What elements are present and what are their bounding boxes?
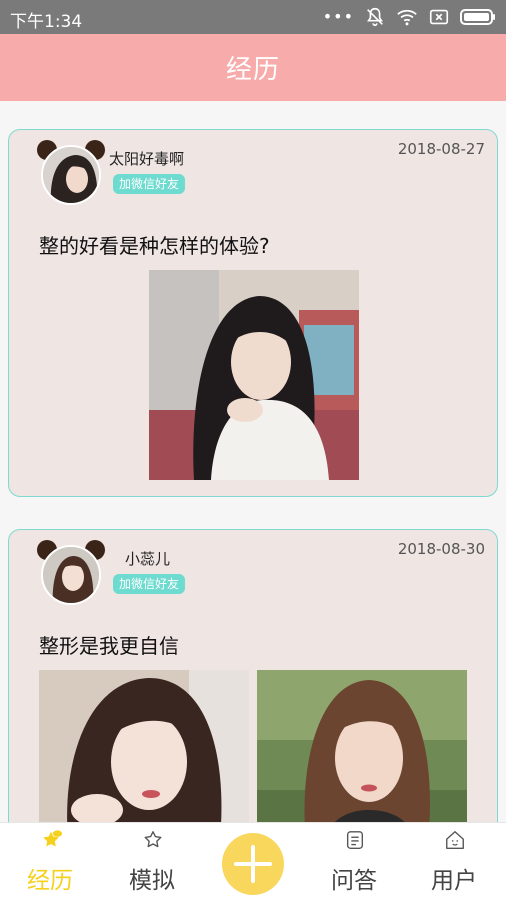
post-photo[interactable] xyxy=(257,670,467,822)
add-wechat-button[interactable]: 加微信好友 xyxy=(113,174,186,194)
app-header: 经历 xyxy=(0,34,506,101)
tab-label: 模拟 xyxy=(129,868,175,894)
post-date: 2018-08-30 xyxy=(397,540,485,558)
post-date: 2018-08-27 xyxy=(397,140,485,158)
battery-icon xyxy=(460,9,495,25)
avatar[interactable] xyxy=(37,140,105,206)
username[interactable]: 太阳好毒啊 xyxy=(109,148,184,169)
avatar-image xyxy=(41,545,101,605)
post-photo[interactable] xyxy=(39,670,249,822)
tab-user[interactable]: 用户 xyxy=(414,823,494,900)
star-icon xyxy=(144,831,162,848)
tab-experience[interactable]: 经历 xyxy=(10,823,90,900)
tab-label: 问答 xyxy=(331,868,377,894)
add-post-button[interactable] xyxy=(222,833,284,895)
sim-x-icon xyxy=(429,9,449,25)
tab-simulate[interactable]: 模拟 xyxy=(112,823,192,900)
mute-icon xyxy=(367,7,383,27)
tab-qa[interactable]: 问答 xyxy=(314,823,394,900)
bottom-tab-bar: 经历 模拟 问答 用户 xyxy=(0,822,506,900)
document-icon xyxy=(346,831,364,849)
more-dots-icon: ••• xyxy=(322,7,354,26)
post-card[interactable]: 太阳好毒啊 加微信好友 2018-08-27 整的好看是种怎样的体验? xyxy=(8,129,498,497)
tab-label: 用户 xyxy=(431,868,477,894)
status-time: 下午1:34 xyxy=(10,12,83,32)
post-card[interactable]: 小蕊儿 加微信好友 2018-08-30 整形是我更自信 xyxy=(8,529,498,822)
page-title: 经历 xyxy=(225,55,280,85)
post-title[interactable]: 整的好看是种怎样的体验? xyxy=(39,230,270,259)
post-photo[interactable] xyxy=(149,270,359,480)
home-icon xyxy=(446,831,464,849)
tab-label: 经历 xyxy=(27,868,73,894)
bubble-star-icon xyxy=(43,830,62,847)
add-wechat-button[interactable]: 加微信好友 xyxy=(113,574,186,594)
post-feed[interactable]: 太阳好毒啊 加微信好友 2018-08-27 整的好看是种怎样的体验? 小蕊儿 … xyxy=(0,101,506,822)
post-title[interactable]: 整形是我更自信 xyxy=(39,630,179,659)
avatar-image xyxy=(41,145,101,205)
username[interactable]: 小蕊儿 xyxy=(125,548,170,569)
wifi-icon xyxy=(397,9,417,26)
status-bar: 下午1:34 ••• xyxy=(0,0,506,34)
avatar[interactable] xyxy=(37,540,105,606)
status-icons: ••• xyxy=(323,6,496,28)
